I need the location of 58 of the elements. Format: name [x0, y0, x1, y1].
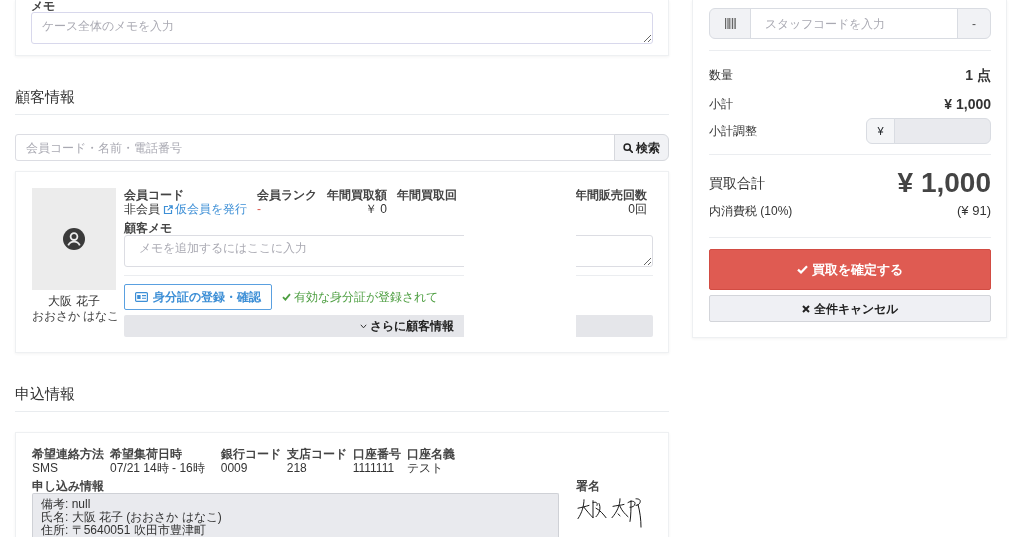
barcode-icon: [709, 8, 751, 39]
field-value: 218: [286, 461, 308, 475]
summary-value: 1 点: [965, 66, 991, 84]
summary-label: 小計: [709, 96, 733, 113]
memo-label: メモ: [31, 0, 56, 12]
section-heading: 申込情報: [15, 384, 669, 412]
user-icon: [63, 228, 85, 250]
issue-member-link[interactable]: 仮会員を発行: [163, 202, 247, 217]
staff-code-field[interactable]: スタッフコードを入力: [750, 8, 958, 39]
field-value: テスト: [406, 461, 444, 475]
field-label: 支店コード: [286, 447, 347, 461]
customer-name: 大阪 花子: [47, 294, 101, 309]
search-icon: [623, 142, 633, 153]
field-value: -: [257, 202, 262, 217]
field-value: 非会員: [124, 202, 160, 217]
field-label: 署名: [576, 479, 601, 493]
application-details-field: 備考: null 氏名: 大阪 花子 (おおさか はなこ) 住所: 〒5640051 吹田市豊津町: [32, 493, 559, 537]
field-label: 会員コード: [124, 188, 185, 202]
field-value: SMS: [32, 461, 59, 475]
close-icon: [802, 304, 810, 313]
chevron-down-icon: [360, 323, 367, 329]
tax-label: 内消費税 (10%): [709, 203, 793, 219]
field-label: 申し込み情報: [32, 479, 105, 493]
field-value: ￥ 0: [364, 202, 387, 217]
tax-value: (¥ 91): [957, 203, 991, 219]
customer-search-field[interactable]: 会員コード・名前・電話番号: [15, 134, 615, 161]
total-label: 買取合計: [709, 174, 765, 193]
field-label: 会員ランク: [257, 188, 317, 202]
field-label: 希望連絡方法: [32, 447, 104, 461]
id-card-icon: [135, 292, 148, 302]
memo-label: 顧客メモ: [124, 221, 173, 235]
field-value: 0回: [627, 202, 647, 217]
cancel-all-button[interactable]: 全件キャンセル: [709, 295, 991, 322]
summary-label: 小計調整: [709, 123, 757, 140]
summary-value: ¥ 1,000: [944, 95, 991, 113]
id-register-button[interactable]: 身分証の登録・確認: [124, 284, 272, 310]
field-label: 口座番号: [352, 447, 401, 461]
memo-field[interactable]: ケース全体のメモを入力: [31, 12, 653, 44]
field-value: 07/21 14時 - 16時: [110, 461, 205, 475]
external-link-icon: [163, 204, 173, 215]
total-value: ¥ 1,000: [897, 166, 991, 200]
staff-name-display: -: [957, 8, 991, 39]
field-label: 口座名義: [406, 447, 455, 461]
id-status-text: 有効な身分証が登録されて: [294, 289, 438, 306]
check-icon: [797, 265, 808, 274]
customer-kana: おおさか はなこ: [32, 309, 116, 323]
field-label: 年間買取回: [397, 188, 457, 202]
search-button[interactable]: 検索: [614, 134, 669, 161]
currency-addon: ¥: [866, 118, 895, 144]
summary-label: 数量: [709, 67, 733, 84]
field-label: 希望集荷日時: [110, 447, 183, 461]
field-label: 銀行コード: [220, 447, 281, 461]
section-heading: 顧客情報: [15, 87, 669, 115]
field-value: 1111111: [352, 461, 396, 475]
field-label: 年間買取額: [327, 188, 387, 202]
field-value: 0009: [220, 461, 249, 475]
check-icon: [282, 293, 291, 301]
confirm-purchase-button[interactable]: 買取を確定する: [709, 249, 991, 290]
